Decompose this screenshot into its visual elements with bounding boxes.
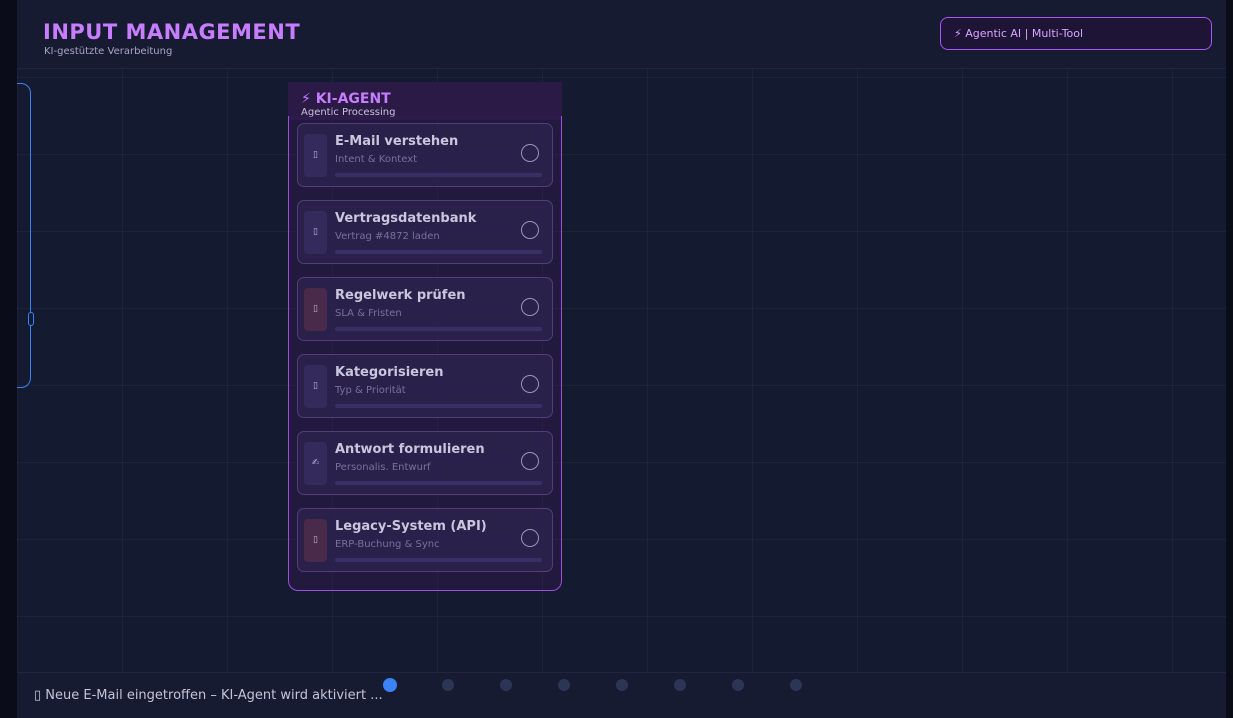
progress-dot-6[interactable] xyxy=(674,679,686,691)
agent-panel: ▯ E-Mail verstehen Intent & Kontext ▯ Ve… xyxy=(288,116,562,591)
page-subtitle: KI-gestützte Verarbeitung xyxy=(44,46,173,57)
database-icon: ▯ xyxy=(304,211,327,254)
app-canvas: INPUT MANAGEMENT KI-gestützte Verarbeitu… xyxy=(17,0,1226,718)
mail-icon: ▯ xyxy=(304,134,327,177)
step-detail: SLA & Fristen xyxy=(335,308,402,319)
status-circle-icon xyxy=(521,529,539,547)
status-circle-icon xyxy=(521,452,539,470)
step-progress-bar xyxy=(335,250,542,254)
progress-dot-5[interactable] xyxy=(616,679,628,691)
page-title: INPUT MANAGEMENT xyxy=(43,20,301,44)
status-circle-icon xyxy=(521,144,539,162)
step-progress-bar xyxy=(335,481,542,485)
step-email-verstehen[interactable]: ▯ E-Mail verstehen Intent & Kontext xyxy=(297,123,553,187)
step-legacy-system[interactable]: ▯ Legacy-System (API) ERP-Buchung & Sync xyxy=(297,508,553,572)
step-antwort-formulieren[interactable]: ✍ Antwort formulieren Personalis. Entwur… xyxy=(297,431,553,495)
agent-header: ⚡ KI-AGENT Agentic Processing xyxy=(288,82,562,120)
step-name: Vertragsdatenbank xyxy=(335,211,477,226)
progress-dot-2[interactable] xyxy=(442,679,454,691)
step-name: E-Mail verstehen xyxy=(335,134,459,149)
step-name: Kategorisieren xyxy=(335,365,444,380)
step-detail: Personalis. Entwurf xyxy=(335,462,431,473)
step-progress-bar xyxy=(335,327,542,331)
header: INPUT MANAGEMENT KI-gestützte Verarbeitu… xyxy=(17,0,1226,69)
step-detail: ERP-Buchung & Sync xyxy=(335,539,440,550)
step-progress-bar xyxy=(335,173,542,177)
progress-dot-3[interactable] xyxy=(500,679,512,691)
step-progress-bar xyxy=(335,404,542,408)
step-detail: Intent & Kontext xyxy=(335,154,418,165)
step-progress-bar xyxy=(335,558,542,562)
progress-dot-1[interactable] xyxy=(383,678,397,692)
panel-connector xyxy=(28,312,34,326)
agent-title: ⚡ KI-AGENT xyxy=(301,91,391,107)
step-name: Legacy-System (API) xyxy=(335,519,487,534)
rules-icon: ▯ xyxy=(304,288,327,331)
step-detail: Vertrag #4872 laden xyxy=(335,231,440,242)
step-kategorisieren[interactable]: ▯ Kategorisieren Typ & Priorität xyxy=(297,354,553,418)
server-icon: ▯ xyxy=(304,519,327,562)
status-text: ▯ Neue E-Mail eingetroffen – KI-Agent wi… xyxy=(34,688,383,703)
progress-dot-4[interactable] xyxy=(558,679,570,691)
step-name: Antwort formulieren xyxy=(335,442,485,457)
status-circle-icon xyxy=(521,375,539,393)
progress-dot-8[interactable] xyxy=(790,679,802,691)
step-detail: Typ & Priorität xyxy=(335,385,406,396)
step-name: Regelwerk prüfen xyxy=(335,288,466,303)
tag-icon: ▯ xyxy=(304,365,327,408)
progress-dot-7[interactable] xyxy=(732,679,744,691)
mode-badge: ⚡ Agentic AI | Multi-Tool xyxy=(940,17,1212,50)
pen-icon: ✍ xyxy=(304,442,327,485)
step-vertragsdatenbank[interactable]: ▯ Vertragsdatenbank Vertrag #4872 laden xyxy=(297,200,553,264)
status-circle-icon xyxy=(521,298,539,316)
step-regelwerk-pruefen[interactable]: ▯ Regelwerk prüfen SLA & Fristen xyxy=(297,277,553,341)
status-circle-icon xyxy=(521,221,539,239)
email-panel xyxy=(17,83,34,388)
